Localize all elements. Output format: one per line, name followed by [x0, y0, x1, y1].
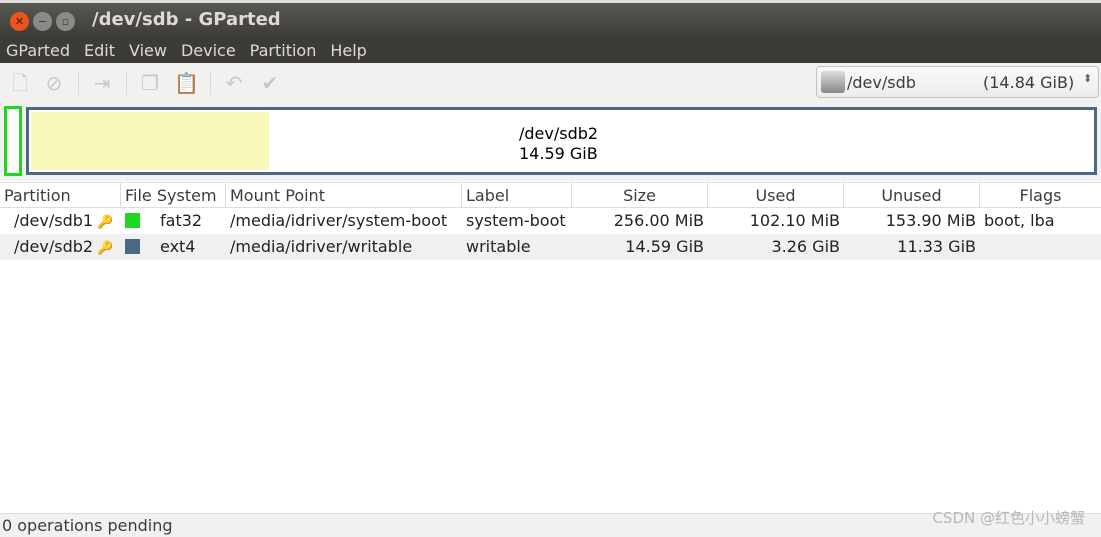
cell-partition: /dev/sdb2 🔑	[0, 234, 121, 260]
spinner-arrows-icon: ⬍	[1083, 72, 1093, 85]
cell-file-system: ext4	[121, 234, 226, 260]
minimize-button[interactable]: −	[33, 12, 52, 31]
cell-unused: 153.90 MiB	[885, 211, 976, 230]
cell-label: system-boot	[466, 211, 566, 230]
cell-flags: boot, lba	[984, 211, 1055, 230]
fs-color-swatch	[125, 213, 140, 228]
col-size[interactable]: Size	[572, 183, 708, 207]
cell-used: 3.26 GiB	[771, 237, 840, 256]
menu-gparted[interactable]: GParted	[6, 38, 70, 63]
copy-icon[interactable]: ❐	[138, 71, 162, 95]
cell-size: 14.59 GiB	[625, 237, 704, 256]
title-bar: ✕ − ▫ /dev/sdb - GParted	[0, 0, 1101, 38]
separator	[126, 71, 127, 95]
delete-icon[interactable]: ⊘	[42, 71, 66, 95]
menu-view[interactable]: View	[129, 38, 167, 63]
toolbar: 🗋 ⊘ ⇥ ❐ 📋 ↶ ✔ /dev/sdb (14.84 GiB) ⬍	[0, 63, 1101, 103]
menu-device[interactable]: Device	[181, 38, 236, 63]
menu-edit[interactable]: Edit	[84, 38, 115, 63]
fs-name: fat32	[160, 211, 203, 230]
fs-color-swatch	[125, 239, 140, 254]
device-size: (14.84 GiB)	[983, 73, 1075, 92]
cell-label: writable	[466, 237, 531, 256]
new-icon[interactable]: 🗋	[8, 71, 32, 95]
partition-table: Partition File System Mount Point Label …	[0, 182, 1101, 260]
cell-mount-point: /media/idriver/writable	[230, 237, 413, 256]
partition-name: /dev/sdb1	[14, 211, 94, 230]
hard-disk-icon	[821, 71, 845, 93]
cell-file-system: fat32	[121, 208, 226, 234]
maximize-button[interactable]: ▫	[56, 12, 75, 31]
separator	[210, 71, 211, 95]
undo-icon[interactable]: ↶	[222, 71, 246, 95]
partition-block-label: /dev/sdb2 14.59 GiB	[519, 124, 598, 164]
table-row[interactable]: /dev/sdb2 🔑 ext4 /media/idriver/writable …	[0, 234, 1101, 260]
fs-name: ext4	[160, 237, 196, 256]
col-file-system[interactable]: File System	[121, 183, 226, 207]
menu-help[interactable]: Help	[330, 38, 366, 63]
mounted-key-icon: 🔑	[97, 241, 114, 256]
menu-partition[interactable]: Partition	[250, 38, 317, 63]
menu-bar: GParted Edit View Device Partition Help	[0, 38, 1101, 63]
disk-map: /dev/sdb2 14.59 GiB	[0, 103, 1101, 181]
apply-icon[interactable]: ✔	[258, 71, 282, 95]
partition-name: /dev/sdb2	[14, 237, 94, 256]
mounted-key-icon: 🔑	[97, 215, 114, 230]
col-label[interactable]: Label	[462, 183, 572, 207]
cell-flags	[980, 234, 1101, 260]
partition-size: 14.59 GiB	[519, 144, 598, 163]
window-title: /dev/sdb - GParted	[92, 9, 281, 30]
close-button[interactable]: ✕	[10, 12, 29, 31]
col-mount-point[interactable]: Mount Point	[226, 183, 462, 207]
device-name: /dev/sdb	[847, 73, 916, 92]
watermark: CSDN @红色小小螃蟹	[932, 509, 1085, 527]
partition-block-sdb1[interactable]	[4, 106, 22, 176]
col-flags[interactable]: Flags	[980, 183, 1101, 207]
device-selector[interactable]: /dev/sdb (14.84 GiB) ⬍	[816, 66, 1099, 98]
resize-move-icon[interactable]: ⇥	[90, 71, 114, 95]
table-row[interactable]: /dev/sdb1 🔑 fat32 /media/idriver/system-b…	[0, 208, 1101, 234]
partition-name: /dev/sdb2	[519, 124, 599, 143]
table-header: Partition File System Mount Point Label …	[0, 182, 1101, 208]
cell-unused: 11.33 GiB	[897, 237, 976, 256]
col-unused[interactable]: Unused	[844, 183, 980, 207]
cell-partition: /dev/sdb1 🔑	[0, 208, 121, 234]
col-partition[interactable]: Partition	[0, 183, 121, 207]
cell-used: 102.10 MiB	[749, 211, 840, 230]
cell-size: 256.00 MiB	[613, 211, 704, 230]
paste-icon[interactable]: 📋	[174, 71, 199, 95]
separator	[78, 71, 79, 95]
col-used[interactable]: Used	[708, 183, 844, 207]
cell-mount-point: /media/idriver/system-boot	[230, 211, 448, 230]
partition-block-sdb2[interactable]: /dev/sdb2 14.59 GiB	[26, 107, 1097, 175]
used-space-fill	[31, 112, 269, 170]
